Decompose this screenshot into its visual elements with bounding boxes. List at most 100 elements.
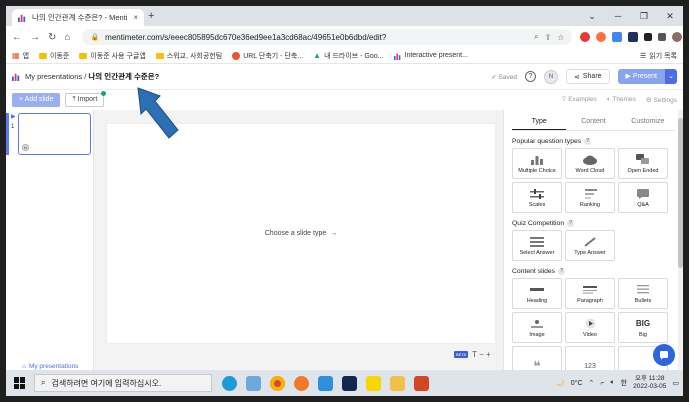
help-button[interactable]: ? <box>524 71 536 82</box>
extension-translate-icon[interactable] <box>612 32 623 42</box>
address-bar[interactable]: 🔒 mentimeter.com/s/eeec805895dc670e36ed9… <box>82 29 573 45</box>
reload-icon[interactable]: ↻ <box>48 32 56 43</box>
add-slide-button[interactable]: + Add slide <box>12 93 61 107</box>
slide-thumbnail-avatar: N <box>22 144 29 151</box>
type-word-cloud[interactable]: Word Cloud <box>565 148 615 179</box>
bookmark-mentimeter[interactable]: Interactive present... <box>393 52 468 60</box>
type-scales[interactable]: Scales <box>512 182 562 213</box>
search-app-icon[interactable] <box>294 375 309 391</box>
extension-dark-icon[interactable] <box>628 32 639 42</box>
scrollbar-thumb[interactable] <box>678 118 683 268</box>
chat-support-button[interactable] <box>653 344 675 366</box>
tab-customize[interactable]: Customize <box>621 118 675 130</box>
reading-list[interactable]: ☰ 읽기 목록 <box>640 51 677 61</box>
type-heading[interactable]: Heading <box>512 278 562 309</box>
bookmark-url-shortener[interactable]: URL 단축기 - 단축... <box>232 51 303 61</box>
import-button[interactable]: ⤒ Import <box>65 91 107 107</box>
help-icon[interactable]: ? <box>567 220 575 227</box>
share-page-icon[interactable]: ⇪ <box>545 33 552 42</box>
extensions-puzzle-icon[interactable] <box>658 33 667 41</box>
type-select-answer[interactable]: Select Answer <box>512 230 562 261</box>
clock[interactable]: 오후 11:28 2022-03-05 <box>633 375 666 391</box>
type-image[interactable]: Image <box>512 312 562 343</box>
present-main[interactable]: ▶ Present <box>617 69 665 84</box>
bookmark-drive[interactable]: ▲ 내 드라이브 - Goo... <box>313 51 383 61</box>
home-icon[interactable]: ⌂ <box>64 32 70 43</box>
bookmark-star-icon[interactable]: ☆ <box>557 33 564 42</box>
taskbar-search[interactable]: ⌕ 검색하려면 여기에 입력하십시오. <box>34 374 212 392</box>
present-dropdown-icon[interactable]: ⌄ <box>665 69 677 84</box>
new-tab-button[interactable]: + <box>148 10 154 22</box>
themes-button[interactable]: ◐ Themes <box>607 96 636 104</box>
type-bullets[interactable]: Bullets <box>618 278 668 309</box>
help-icon[interactable]: ? <box>584 138 592 145</box>
system-tray: 🌙︎ 0°C ⌃ ⌐ 🔈︎ 한 오후 11:28 2022-03-05 ▭ <box>556 375 679 391</box>
editor-subbar: + Add slide ⤒ Import 💡︎ Examples ◐ Theme… <box>6 90 683 110</box>
extension-red-icon[interactable] <box>580 32 591 42</box>
forward-icon[interactable]: → <box>30 32 40 43</box>
help-icon[interactable]: ? <box>558 268 566 275</box>
folder-app-icon[interactable] <box>390 375 405 391</box>
windows-start-icon[interactable] <box>14 377 26 389</box>
type-label: Video <box>583 332 597 338</box>
kakaotalk-icon[interactable] <box>366 375 381 391</box>
presentation-title[interactable]: 나의 인간관계 수준은? <box>88 72 159 81</box>
profile-avatar-icon[interactable] <box>672 32 683 42</box>
zoom-icon[interactable]: ⌕ <box>534 32 538 42</box>
type-qa[interactable]: Q&A <box>618 182 668 213</box>
type-multiple-choice[interactable]: Multiple Choice <box>512 148 562 179</box>
temperature[interactable]: 0°C <box>571 380 583 387</box>
window-controls: ⌄ ─ ❐ ✕ <box>579 6 683 26</box>
close-window-button[interactable]: ✕ <box>657 6 683 26</box>
beta-badge: BETA <box>454 351 469 358</box>
bookmark-folder-1[interactable]: 이동준 <box>39 51 69 61</box>
my-presentations-link[interactable]: ⌂ My presentations <box>22 363 78 370</box>
share-button[interactable]: ⋖ Share <box>565 69 610 84</box>
choose-slide-type[interactable]: Choose a slide type → <box>265 230 337 237</box>
examples-button[interactable]: 💡︎ Examples <box>562 96 597 104</box>
mentimeter-logo-icon[interactable] <box>12 72 21 81</box>
sliders-icon <box>529 188 545 199</box>
type-type-answer[interactable]: Type Answer <box>565 230 615 261</box>
tab-content[interactable]: Content <box>566 118 620 130</box>
minimize-button[interactable]: ─ <box>605 6 631 26</box>
chrome-icon[interactable] <box>270 375 285 391</box>
network-icon[interactable]: ⌐ <box>600 380 604 387</box>
extension-orange-icon[interactable] <box>596 32 607 42</box>
bookmark-folder-2[interactable]: 이동준 사용 구글앱 <box>79 51 146 61</box>
extension-download-icon[interactable] <box>644 33 653 41</box>
slide-play-icon[interactable]: ▶ <box>11 113 16 120</box>
panel-scrollbar[interactable] <box>678 110 683 376</box>
type-ranking[interactable]: Ranking <box>565 182 615 213</box>
breadcrumb-my-presentations[interactable]: My presentations <box>25 72 82 81</box>
type-open-ended[interactable]: Open Ended <box>618 148 668 179</box>
notification-icon[interactable]: ▭ <box>672 379 679 387</box>
settings-button[interactable]: ⚙ Settings <box>646 96 677 104</box>
bookmark-label: 이동준 <box>50 52 70 60</box>
type-big[interactable]: BIG Big <box>618 312 668 343</box>
bookmark-apps[interactable]: ▦ 앱 <box>12 51 29 61</box>
tab-close-icon[interactable]: × <box>133 13 138 22</box>
file-explorer-icon[interactable] <box>246 375 261 391</box>
tray-chevron-icon[interactable]: ⌃ <box>589 379 595 387</box>
bookmark-folder-3[interactable]: 스워교, 사회공헌팀 <box>155 51 222 61</box>
type-paragraph[interactable]: Paragraph <box>565 278 615 309</box>
slide-thumbnail[interactable]: N <box>18 113 91 155</box>
edit-app-icon[interactable] <box>318 375 333 391</box>
ime-language[interactable]: 한 <box>621 378 627 388</box>
present-button[interactable]: ▶ Present ⌄ <box>617 69 677 84</box>
content-grid: Heading Paragraph Bullets Image Video BI… <box>512 278 675 376</box>
user-avatar[interactable]: N <box>543 69 558 84</box>
tab-type[interactable]: Type <box>512 118 567 130</box>
powerpoint-icon[interactable] <box>414 375 429 391</box>
maximize-button[interactable]: ❐ <box>631 6 657 26</box>
volume-icon[interactable]: 🔈︎ <box>610 379 614 387</box>
back-icon[interactable]: ← <box>12 32 22 43</box>
text-zoom-controls[interactable]: T − + <box>472 350 491 359</box>
type-video[interactable]: Video <box>565 312 615 343</box>
terminal-icon[interactable] <box>342 375 357 391</box>
browser-tab[interactable]: 나의 인간관계 수준은? - Mentim × <box>12 9 144 26</box>
tab-search-icon[interactable]: ⌄ <box>579 6 605 26</box>
edge-icon[interactable] <box>222 375 237 391</box>
slide-canvas[interactable]: Choose a slide type → <box>107 124 495 343</box>
